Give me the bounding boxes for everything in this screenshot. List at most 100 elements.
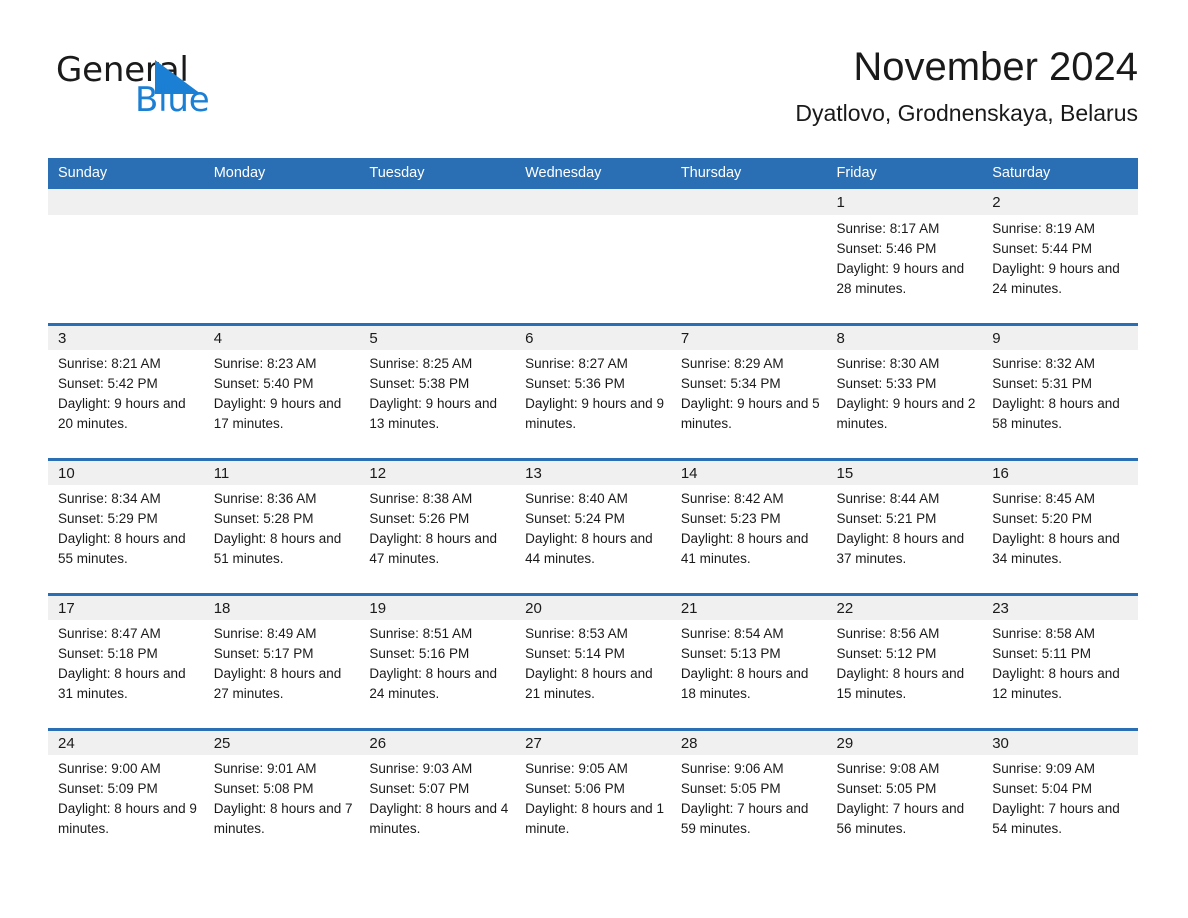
calendar-body: 1 2 Sunrise: 8:17 AM Sunset: 5:46 PM Dayligh… [48,189,1138,864]
day-number[interactable]: 27 [515,727,671,755]
weekday-header-friday: Friday [826,158,983,189]
day-number[interactable]: 15 [826,457,983,485]
sunset-text: Sunset: 5:42 PM [58,376,158,391]
day-cell[interactable]: Sunrise: 8:17 AM Sunset: 5:46 PM Daylight:… [826,215,983,324]
day-number[interactable]: 7 [670,322,827,350]
day-number[interactable]: 9 [982,322,1138,350]
day-cell[interactable]: Sunrise: 8:23 AM Sunset: 5:40 PM Daylight:… [203,350,360,459]
day-number[interactable]: 11 [203,457,360,485]
daylight-text: Daylight: 9 hours and 2 minutes. [836,396,976,431]
day-number[interactable]: 20 [515,592,671,620]
sunset-text: Sunset: 5:13 PM [680,646,781,661]
daylight-text: Daylight: 8 hours and 18 minutes. [680,666,809,701]
day-number[interactable]: 23 [982,592,1138,620]
sunset-text: Sunset: 5:04 PM [992,781,1093,796]
day-number[interactable]: 13 [515,457,671,485]
daylight-text: Daylight: 8 hours and 44 minutes. [525,531,653,566]
day-number[interactable]: 8 [826,322,983,350]
week-daynumber-row: 12 [48,189,1138,215]
day-cell[interactable]: Sunrise: 8:21 AM Sunset: 5:42 PM Daylight:… [48,350,204,459]
daylight-text: Daylight: 9 hours and 24 minutes. [992,261,1120,296]
calendar-header: Sunday Monday Tuesday Wednesday Thursday… [48,158,1138,189]
day-cell[interactable]: Sunrise: 9:06 AM Sunset: 5:05 PM Daylight:… [670,755,827,864]
sunrise-text: Sunrise: 9:03 AM [369,761,473,776]
day-cell[interactable]: Sunrise: 8:34 AM Sunset: 5:29 PM Daylight:… [48,485,204,594]
sunrise-text: Sunrise: 8:23 AM [213,356,317,371]
day-cell[interactable]: Sunrise: 9:01 AM Sunset: 5:08 PM Daylight:… [203,755,360,864]
day-number[interactable]: 29 [826,727,983,755]
day-number[interactable]: 17 [48,592,204,620]
day-number[interactable]: 5 [359,322,516,350]
day-number[interactable]: 16 [982,457,1138,485]
day-number[interactable]: 12 [359,457,516,485]
sunset-text: Sunset: 5:21 PM [836,511,937,526]
day-cell[interactable]: Sunrise: 9:09 AM Sunset: 5:04 PM Daylight:… [982,755,1138,864]
day-cell[interactable]: Sunrise: 8:36 AM Sunset: 5:28 PM Daylight:… [203,485,360,594]
week-daynumber-row: 24 25 26 27 28 29 30 [48,727,1138,755]
sunrise-text: Sunrise: 9:09 AM [992,761,1096,776]
sunrise-text: Sunrise: 8:27 AM [525,356,628,371]
day-number[interactable]: 6 [515,322,671,350]
day-cell[interactable]: Sunrise: 8:40 AM Sunset: 5:24 PM Daylight:… [515,485,671,594]
day-number[interactable]: 18 [203,592,360,620]
location-subtitle: Dyatlovo, Grodnenskaya, Belarus [795,100,1138,126]
day-number[interactable]: 10 [48,457,204,485]
day-number[interactable]: 14 [670,457,827,485]
week-detail-row: Sunrise: 8:17 AM Sunset: 5:46 PM Daylight:… [48,215,1138,324]
day-number[interactable]: 30 [982,727,1138,755]
day-number-empty [359,189,516,215]
sunrise-text: Sunrise: 8:51 AM [369,626,473,641]
day-number[interactable]: 26 [359,727,516,755]
sunset-text: Sunset: 5:17 PM [213,646,314,661]
day-number[interactable]: 1 [826,189,983,215]
day-cell[interactable]: Sunrise: 8:29 AM Sunset: 5:34 PM Daylight:… [670,350,827,459]
sunset-text: Sunset: 5:16 PM [369,646,470,661]
day-cell[interactable]: Sunrise: 9:00 AM Sunset: 5:09 PM Daylight:… [48,755,204,864]
daylight-text: Daylight: 9 hours and 9 minutes. [525,396,664,431]
day-cell[interactable]: Sunrise: 8:45 AM Sunset: 5:20 PM Daylight:… [982,485,1138,594]
day-number[interactable]: 2 [982,189,1138,215]
day-cell[interactable]: Sunrise: 9:03 AM Sunset: 5:07 PM Daylight:… [359,755,516,864]
weekday-header-thursday: Thursday [670,158,827,189]
day-number[interactable]: 22 [826,592,983,620]
day-cell[interactable]: Sunrise: 8:42 AM Sunset: 5:23 PM Daylight:… [670,485,827,594]
day-cell[interactable]: Sunrise: 8:54 AM Sunset: 5:13 PM Daylight:… [670,620,827,729]
day-number[interactable]: 25 [203,727,360,755]
day-cell[interactable]: Sunrise: 8:56 AM Sunset: 5:12 PM Daylight:… [826,620,983,729]
day-number[interactable]: 19 [359,592,516,620]
day-cell[interactable]: Sunrise: 8:44 AM Sunset: 5:21 PM Daylight:… [826,485,983,594]
day-number[interactable]: 3 [48,322,204,350]
sunrise-text: Sunrise: 8:53 AM [525,626,628,641]
sunrise-text: Sunrise: 8:29 AM [680,356,784,371]
weekday-header-tuesday: Tuesday [359,158,516,189]
day-cell[interactable]: Sunrise: 8:19 AM Sunset: 5:44 PM Daylight:… [982,215,1138,324]
daylight-text: Daylight: 8 hours and 41 minutes. [680,531,809,566]
day-cell[interactable]: Sunrise: 8:49 AM Sunset: 5:17 PM Daylight:… [203,620,360,729]
day-cell[interactable]: Sunrise: 8:58 AM Sunset: 5:11 PM Daylight:… [982,620,1138,729]
day-cell-empty [48,215,204,324]
day-number[interactable]: 21 [670,592,827,620]
day-cell[interactable]: Sunrise: 8:47 AM Sunset: 5:18 PM Daylight:… [48,620,204,729]
day-cell[interactable]: Sunrise: 8:30 AM Sunset: 5:33 PM Daylight:… [826,350,983,459]
sunrise-text: Sunrise: 8:30 AM [836,356,940,371]
day-number-empty [670,189,827,215]
day-cell[interactable]: Sunrise: 8:25 AM Sunset: 5:38 PM Daylight:… [359,350,516,459]
title-block: November 2024 Dyatlovo, Grodnenskaya, Be… [438,42,1138,128]
day-cell[interactable]: Sunrise: 8:27 AM Sunset: 5:36 PM Daylight:… [515,350,671,459]
generalblue-logo[interactable]: General Blue [56,50,276,126]
weekday-header-row: Sunday Monday Tuesday Wednesday Thursday… [48,158,1138,189]
day-number[interactable]: 4 [203,322,360,350]
day-cell[interactable]: Sunrise: 8:51 AM Sunset: 5:16 PM Daylight:… [359,620,516,729]
day-number[interactable]: 24 [48,727,204,755]
day-number[interactable]: 28 [670,727,827,755]
day-cell[interactable]: Sunrise: 8:53 AM Sunset: 5:14 PM Daylight:… [515,620,671,729]
day-cell[interactable]: Sunrise: 9:05 AM Sunset: 5:06 PM Daylight:… [515,755,671,864]
sunset-text: Sunset: 5:44 PM [992,241,1093,256]
day-cell[interactable]: Sunrise: 9:08 AM Sunset: 5:05 PM Daylight:… [826,755,983,864]
day-cell[interactable]: Sunrise: 8:38 AM Sunset: 5:26 PM Daylight:… [359,485,516,594]
week-detail-row: Sunrise: 8:34 AM Sunset: 5:29 PM Daylight:… [48,485,1138,594]
sunset-text: Sunset: 5:05 PM [836,781,937,796]
sunrise-text: Sunrise: 8:44 AM [836,491,940,506]
daylight-text: Daylight: 8 hours and 37 minutes. [836,531,965,566]
day-cell[interactable]: Sunrise: 8:32 AM Sunset: 5:31 PM Daylight:… [982,350,1138,459]
